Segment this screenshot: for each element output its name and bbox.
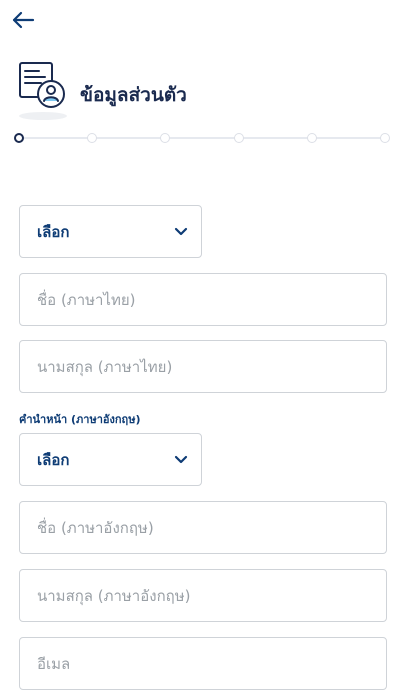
back-button[interactable] xyxy=(10,8,36,32)
title-en-label: คำนำหน้า (ภาษาอังกฤษ) xyxy=(19,413,141,426)
first-name-en-field[interactable]: ชื่อ (ภาษาอังกฤษ) xyxy=(19,501,387,554)
last-name-th-field[interactable]: นามสกุล (ภาษาไทย) xyxy=(19,340,387,393)
chevron-down-icon xyxy=(174,227,188,235)
last-name-th-placeholder: นามสกุล (ภาษาไทย) xyxy=(37,357,173,376)
step-dot-3 xyxy=(160,133,170,143)
last-name-en-field[interactable]: นามสกุล (ภาษาอังกฤษ) xyxy=(19,569,387,622)
email-field[interactable]: อีเมล xyxy=(19,637,387,690)
step-dot-4 xyxy=(234,133,244,143)
chevron-down-icon xyxy=(174,455,188,463)
title-th-select[interactable]: เลือก xyxy=(19,205,202,258)
step-dot-2 xyxy=(87,133,97,143)
first-name-en-placeholder: ชื่อ (ภาษาอังกฤษ) xyxy=(37,518,154,537)
step-dot-5 xyxy=(307,133,317,143)
id-card-user-icon xyxy=(17,60,69,122)
title-en-select[interactable]: เลือก xyxy=(19,433,202,486)
arrow-left-icon xyxy=(12,11,35,29)
email-placeholder: อีเมล xyxy=(37,654,71,673)
first-name-th-field[interactable]: ชื่อ (ภาษาไทย) xyxy=(19,273,387,326)
title-th-select-value: เลือก xyxy=(37,222,70,241)
first-name-th-placeholder: ชื่อ (ภาษาไทย) xyxy=(37,290,136,309)
title-en-select-value: เลือก xyxy=(37,450,70,469)
stepper-track xyxy=(20,137,386,139)
page-title: ข้อมูลส่วนตัว xyxy=(80,84,187,106)
step-dot-6 xyxy=(380,133,390,143)
last-name-en-placeholder: นามสกุล (ภาษาอังกฤษ) xyxy=(37,586,191,605)
progress-stepper xyxy=(14,131,392,145)
step-dot-1 xyxy=(14,133,24,143)
